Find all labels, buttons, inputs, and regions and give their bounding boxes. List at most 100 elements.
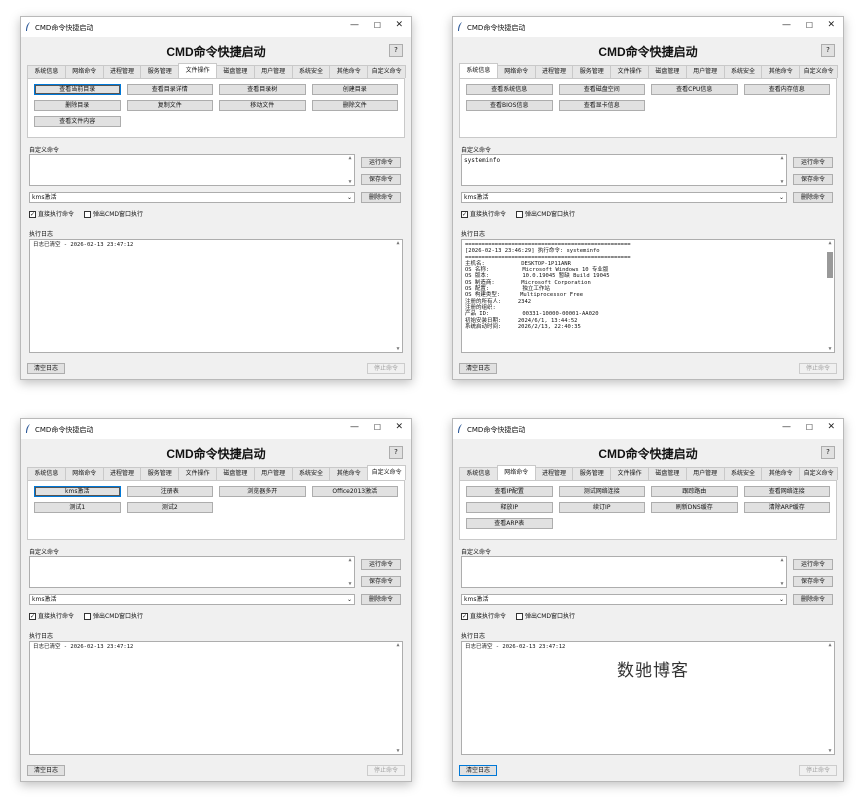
command-button[interactable]: 跟踪路由 <box>651 486 738 497</box>
clear-log-button[interactable]: 清空日志 <box>459 363 497 374</box>
checkbox-empty-icon[interactable] <box>516 211 524 218</box>
close-button[interactable]: ✕ <box>827 20 835 30</box>
command-button[interactable]: 释放IP <box>466 502 553 513</box>
save-command-button[interactable]: 保存命令 <box>793 174 833 185</box>
command-button[interactable]: 删除目录 <box>34 100 121 111</box>
tab-item[interactable]: 用户管理 <box>253 65 293 78</box>
tab-item[interactable]: 自定义命令 <box>367 465 406 480</box>
command-button[interactable]: 查看CPU信息 <box>651 84 738 95</box>
clear-log-button[interactable]: 清空日志 <box>459 765 497 776</box>
scroll-up-icon[interactable]: ▲ <box>778 557 786 563</box>
command-button[interactable]: 查看网络连接 <box>743 486 830 497</box>
tab-item[interactable]: 系统安全 <box>723 467 763 480</box>
command-button[interactable]: 注册表 <box>126 486 213 497</box>
tab-item[interactable]: 其他命令 <box>761 467 801 480</box>
tab-item[interactable]: 网络命令 <box>64 467 104 480</box>
saved-command-select[interactable]: kms激活 ⌄ <box>461 192 787 203</box>
run-command-button[interactable]: 运行命令 <box>361 157 401 168</box>
tab-item[interactable]: 进程管理 <box>534 467 574 480</box>
command-button[interactable]: 刷新DNS缓存 <box>651 502 738 513</box>
popup-cmd-checkbox[interactable]: 弹出CMD窗口执行 <box>516 611 575 620</box>
checkbox-empty-icon[interactable] <box>84 211 92 218</box>
tab-item[interactable]: 自定义命令 <box>799 65 838 78</box>
tab-item[interactable]: 用户管理 <box>685 65 725 78</box>
tab-item[interactable]: 文件操作 <box>178 467 217 480</box>
scroll-up-icon[interactable]: ▲ <box>394 642 402 648</box>
command-button[interactable]: 查看文件内容 <box>34 116 121 127</box>
tab-item[interactable]: 用户管理 <box>253 467 293 480</box>
save-command-button[interactable]: 保存命令 <box>361 576 401 587</box>
tab-item[interactable]: 自定义命令 <box>799 467 838 480</box>
command-button[interactable]: 浏览器多开 <box>219 486 306 497</box>
popup-cmd-checkbox[interactable]: 弹出CMD窗口执行 <box>84 209 143 218</box>
scroll-down-icon[interactable]: ▼ <box>826 346 834 352</box>
scroll-down-icon[interactable]: ▼ <box>826 748 834 754</box>
command-button[interactable]: 查看ARP表 <box>466 518 553 529</box>
command-button[interactable]: 查看目录详情 <box>126 84 213 95</box>
command-scrollbar[interactable]: ▲ ▼ <box>346 557 354 587</box>
tab-item[interactable]: 服务管理 <box>572 467 612 480</box>
direct-execute-checkbox[interactable]: ✓ 直接执行命令 <box>29 209 74 218</box>
tab-item[interactable]: 系统信息 <box>459 467 498 480</box>
help-button[interactable]: ? <box>389 446 403 459</box>
tab-item[interactable]: 进程管理 <box>102 65 142 78</box>
custom-command-input[interactable]: ▲ ▼ <box>29 556 355 588</box>
scroll-down-icon[interactable]: ▼ <box>778 179 786 185</box>
popup-cmd-checkbox[interactable]: 弹出CMD窗口执行 <box>84 611 143 620</box>
tab-item[interactable]: 磁盘管理 <box>647 467 687 480</box>
chevron-down-icon[interactable]: ⌄ <box>779 595 784 604</box>
delete-command-button[interactable]: 删除命令 <box>361 594 401 605</box>
checkbox-checked-icon[interactable]: ✓ <box>29 211 36 218</box>
stop-command-button[interactable]: 停止命令 <box>367 363 405 374</box>
chevron-down-icon[interactable]: ⌄ <box>347 193 352 202</box>
checkbox-checked-icon[interactable]: ✓ <box>461 211 468 218</box>
custom-command-input[interactable]: ▲ ▼ <box>461 556 787 588</box>
minimize-button[interactable]: — <box>350 20 359 30</box>
command-button[interactable]: 测试网络连接 <box>558 486 645 497</box>
run-command-button[interactable]: 运行命令 <box>793 559 833 570</box>
help-button[interactable]: ? <box>389 44 403 57</box>
command-scrollbar[interactable]: ▲ ▼ <box>778 557 786 587</box>
tab-item[interactable]: 系统信息 <box>27 467 66 480</box>
scroll-up-icon[interactable]: ▲ <box>826 642 834 648</box>
command-button[interactable]: 查看系统信息 <box>466 84 553 95</box>
run-command-button[interactable]: 运行命令 <box>361 559 401 570</box>
saved-command-select[interactable]: kms激活 ⌄ <box>461 594 787 605</box>
scroll-down-icon[interactable]: ▼ <box>346 581 354 587</box>
popup-cmd-checkbox[interactable]: 弹出CMD窗口执行 <box>516 209 575 218</box>
command-button[interactable]: 查看BIOS信息 <box>466 100 553 111</box>
clear-log-button[interactable]: 清空日志 <box>27 363 65 374</box>
close-button[interactable]: ✕ <box>827 422 835 432</box>
command-scrollbar[interactable]: ▲ ▼ <box>346 155 354 185</box>
checkbox-empty-icon[interactable] <box>84 613 92 620</box>
clear-log-button[interactable]: 清空日志 <box>27 765 65 776</box>
saved-command-select[interactable]: kms激活 ⌄ <box>29 192 355 203</box>
tab-item[interactable]: 网络命令 <box>64 65 104 78</box>
log-scrollbar[interactable]: ▲ ▼ <box>826 642 834 754</box>
command-button[interactable]: kms激活 <box>34 486 121 497</box>
maximize-button[interactable]: ☐ <box>374 21 381 30</box>
help-button[interactable]: ? <box>821 44 835 57</box>
custom-command-input[interactable]: ▲ ▼ <box>29 154 355 186</box>
stop-command-button[interactable]: 停止命令 <box>799 363 837 374</box>
minimize-button[interactable]: — <box>782 422 791 432</box>
tab-item[interactable]: 服务管理 <box>140 65 180 78</box>
tab-item[interactable]: 其他命令 <box>329 467 369 480</box>
log-scrollbar[interactable]: ▲ ▼ <box>394 240 402 352</box>
close-button[interactable]: ✕ <box>395 422 403 432</box>
command-button[interactable]: 删除文件 <box>311 100 398 111</box>
maximize-button[interactable]: ☐ <box>374 423 381 432</box>
minimize-button[interactable]: — <box>350 422 359 432</box>
tab-item[interactable]: 磁盘管理 <box>215 65 255 78</box>
scroll-up-icon[interactable]: ▲ <box>346 155 354 161</box>
scroll-up-icon[interactable]: ▲ <box>394 240 402 246</box>
command-button[interactable]: 清除ARP缓存 <box>743 502 830 513</box>
tab-item[interactable]: 系统安全 <box>291 65 331 78</box>
close-button[interactable]: ✕ <box>395 20 403 30</box>
log-scrollbar[interactable]: ▲ ▼ <box>394 642 402 754</box>
scroll-up-icon[interactable]: ▲ <box>826 240 834 246</box>
tab-item[interactable]: 文件操作 <box>178 63 217 78</box>
checkbox-empty-icon[interactable] <box>516 613 524 620</box>
command-button[interactable]: 查看显卡信息 <box>558 100 645 111</box>
tab-item[interactable]: 自定义命令 <box>367 65 406 78</box>
